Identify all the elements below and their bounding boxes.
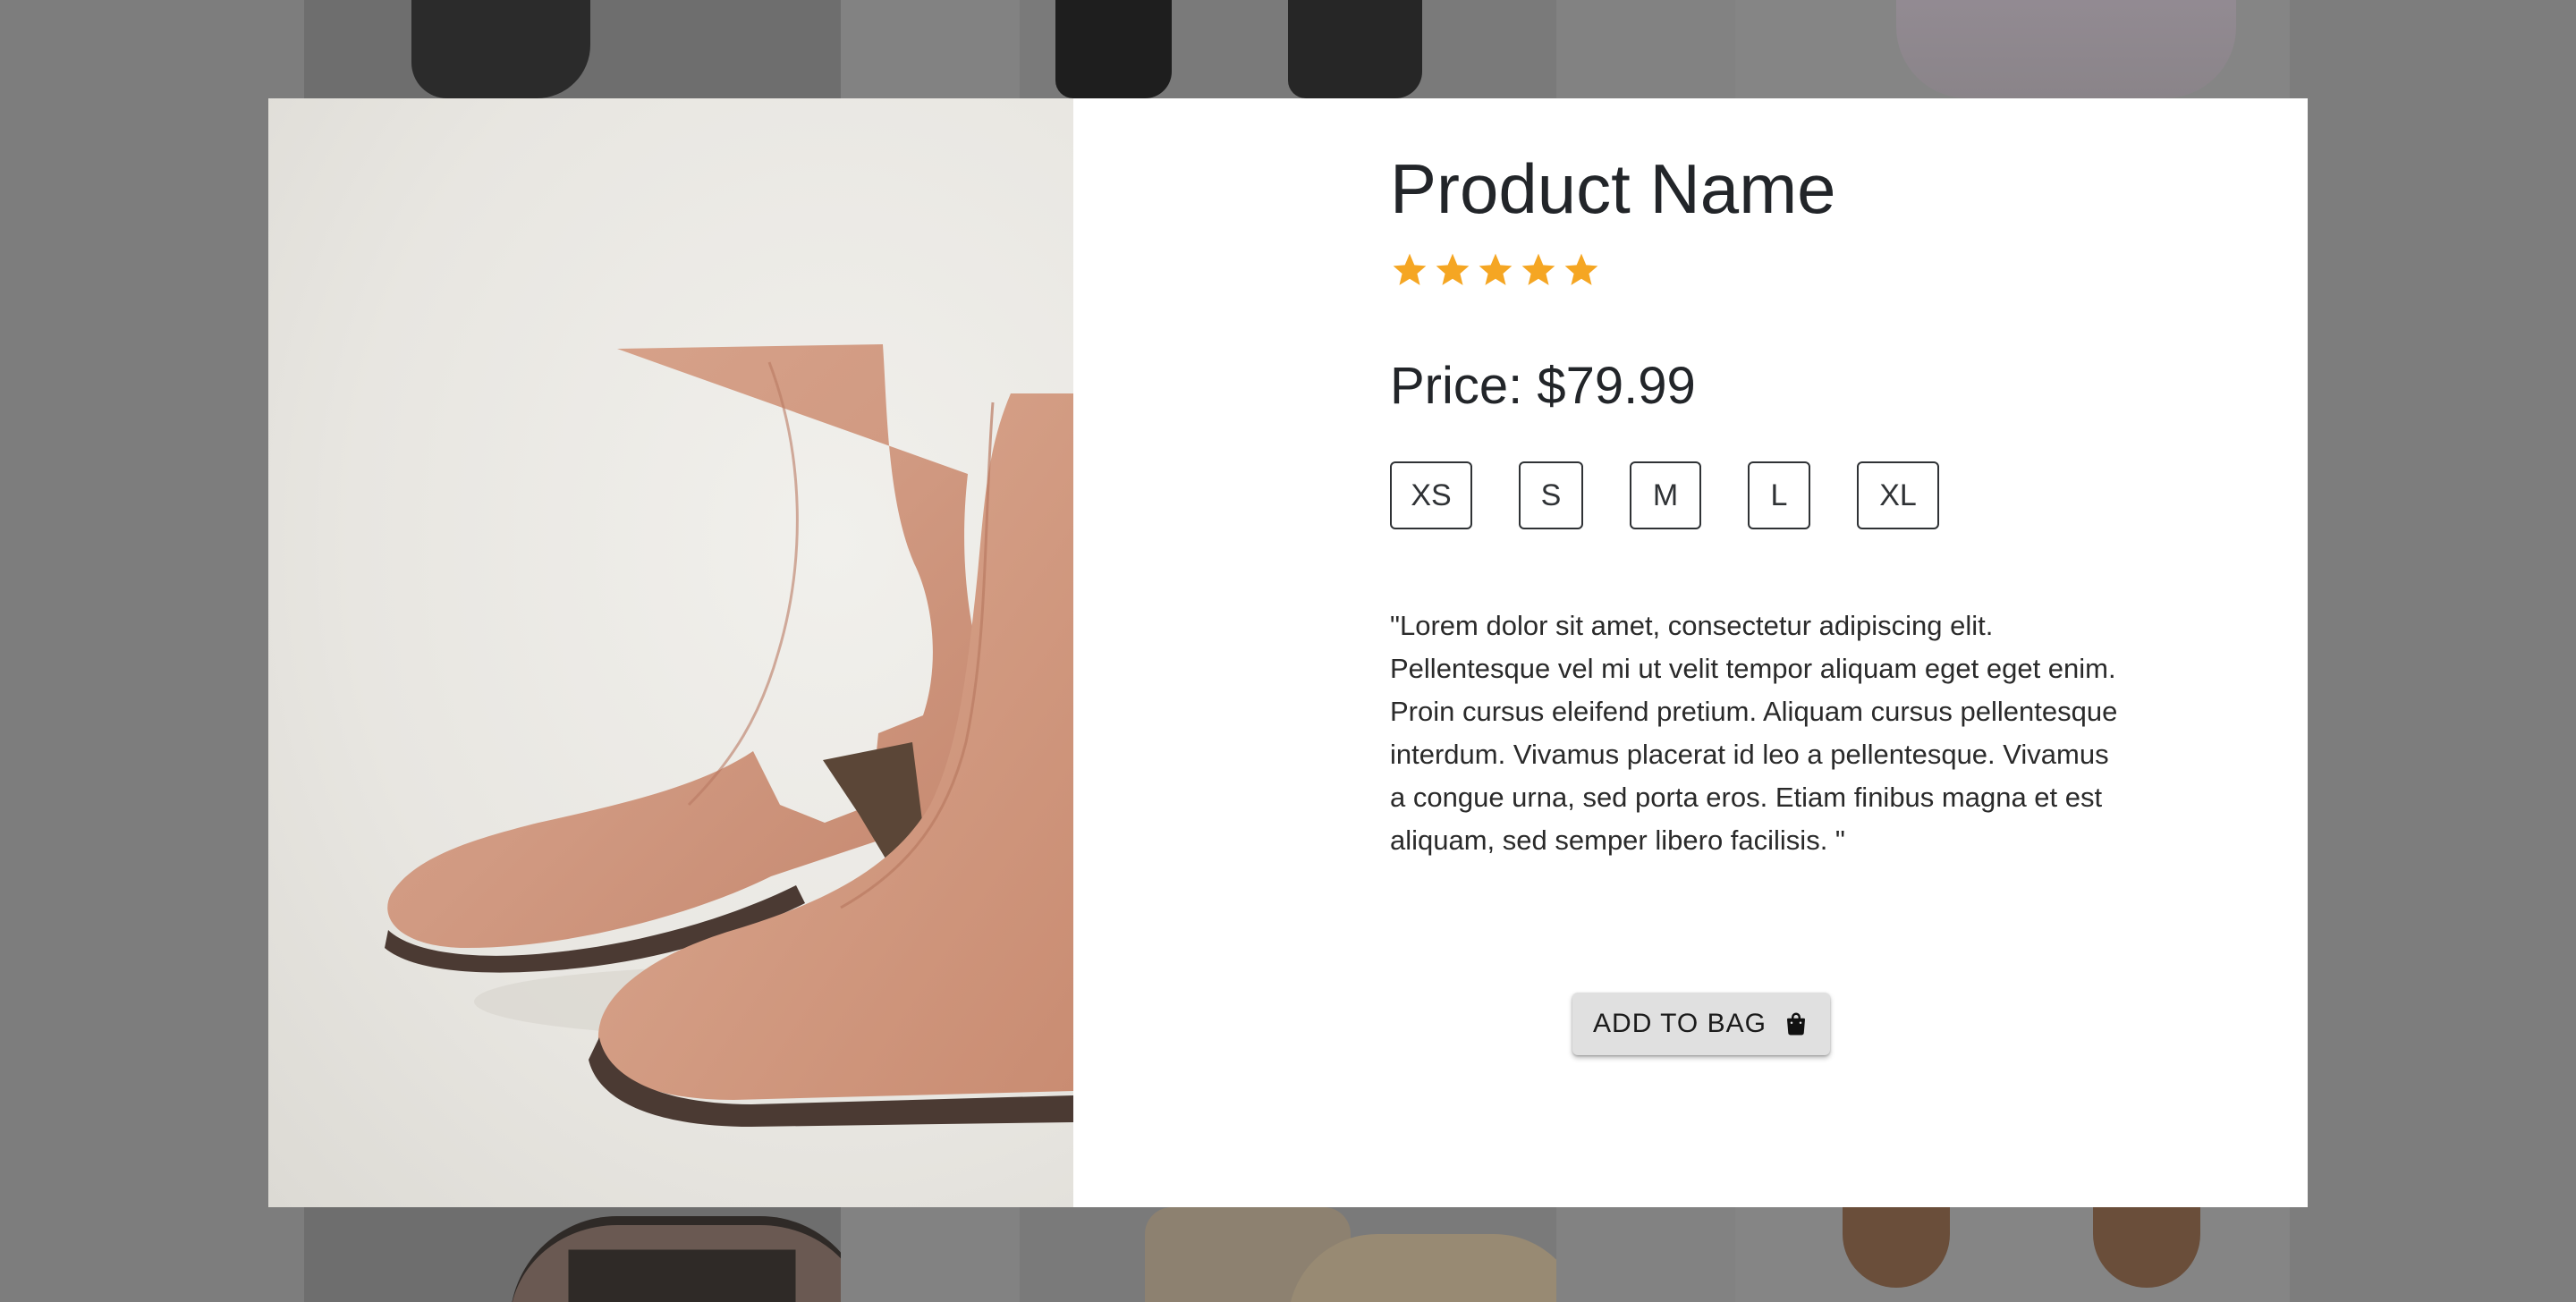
product-price: Price: $79.99 (1390, 357, 1696, 415)
ankle-boots-illustration (385, 344, 1073, 1127)
tan-boot-image (1843, 1207, 1950, 1288)
size-button-m[interactable]: M (1630, 461, 1701, 529)
add-to-bag-label: ADD TO BAG (1593, 1009, 1767, 1038)
star-icon (1393, 253, 1427, 285)
size-button-l[interactable]: L (1748, 461, 1810, 529)
product-details: Product Name Price: $79.99 XS S M L XL "… (1390, 98, 2195, 1207)
lilac-boot-image (1896, 0, 2236, 98)
size-button-s[interactable]: S (1519, 461, 1583, 529)
shopping-bag-icon (1786, 1012, 1805, 1036)
product-image (268, 98, 1073, 1207)
star-icon (1479, 253, 1513, 285)
star-icon (1564, 253, 1598, 285)
black-boot-image (411, 0, 590, 98)
size-button-xs[interactable]: XS (1390, 461, 1472, 529)
star-icon (1521, 253, 1555, 285)
product-quick-view-modal: Product Name Price: $79.99 XS S M L XL "… (268, 98, 2308, 1207)
black-boot-image (1288, 0, 1422, 98)
product-description: "Lorem dolor sit amet, consectetur adipi… (1390, 610, 2118, 856)
star-icon (1436, 253, 1470, 285)
brown-boot-image (510, 1216, 841, 1302)
add-to-bag-button[interactable]: ADD TO BAG (1572, 993, 1830, 1055)
size-button-xl[interactable]: XL (1857, 461, 1939, 529)
tan-boot-image (2093, 1207, 2200, 1288)
product-title: Product Name (1390, 149, 1836, 228)
star-rating (1390, 250, 1601, 290)
black-boot-image (1055, 0, 1172, 98)
size-selector: XS S M L XL (1390, 461, 1939, 529)
